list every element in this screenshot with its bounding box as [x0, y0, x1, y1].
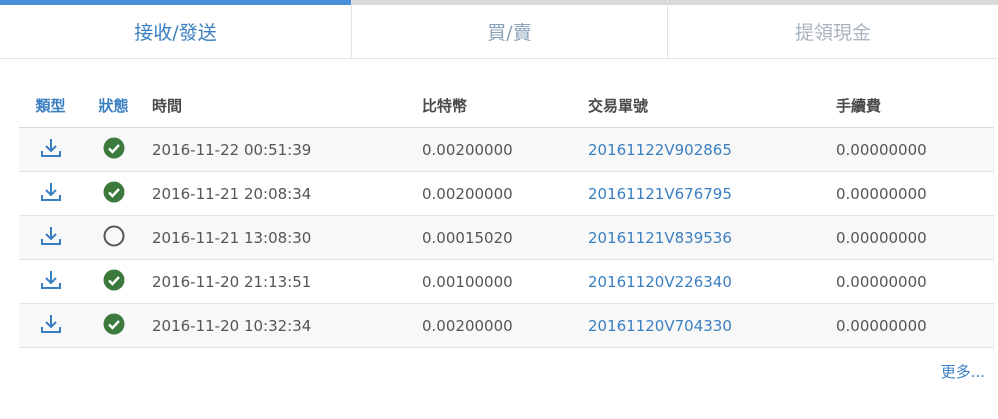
check-circle-icon [103, 313, 125, 339]
download-icon [40, 270, 62, 295]
tab-send-receive[interactable]: 接收/發送 [0, 0, 351, 58]
tab-withdraw-cash[interactable]: 提領現金 [667, 0, 998, 58]
status-cell [82, 171, 145, 216]
time-cell: 2016-11-21 13:08:30 [145, 215, 422, 260]
check-circle-icon [103, 269, 125, 295]
status-cell [82, 303, 145, 348]
column-header-btc: 比特幣 [422, 84, 588, 128]
pending-circle-icon [103, 225, 125, 251]
tab-bar: 接收/發送 買/賣 提領現金 [0, 0, 998, 59]
time-cell: 2016-11-22 00:51:39 [145, 127, 422, 172]
column-header-status[interactable]: 狀態 [82, 84, 145, 128]
column-header-tx-id: 交易單號 [588, 84, 836, 128]
type-cell [19, 171, 82, 216]
table-row: 2016-11-20 21:13:51 0.00100000 20161120V22… [19, 259, 994, 304]
status-cell [82, 215, 145, 260]
column-header-fee: 手續費 [836, 84, 994, 128]
btc-cell: 0.00200000 [422, 171, 588, 216]
more-link[interactable]: 更多... [941, 361, 985, 382]
fee-cell: 0.00000000 [836, 303, 994, 348]
fee-cell: 0.00000000 [836, 127, 994, 172]
column-header-type[interactable]: 類型 [19, 84, 82, 128]
tab-indicator [352, 0, 667, 5]
tx-id-link[interactable]: 20161121V676795 [588, 171, 836, 216]
tx-id-link[interactable]: 20161121V839536 [588, 215, 836, 260]
download-icon [40, 182, 62, 207]
tx-id-link[interactable]: 20161120V704330 [588, 303, 836, 348]
download-icon [40, 138, 62, 163]
download-icon [40, 314, 62, 339]
tab-label: 提領現金 [794, 22, 871, 44]
fee-cell: 0.00000000 [836, 171, 994, 216]
tab-label: 買/賣 [487, 22, 532, 44]
type-cell [19, 127, 82, 172]
btc-cell: 0.00200000 [422, 303, 588, 348]
tx-id-link[interactable]: 20161120V226340 [588, 259, 836, 304]
btc-cell: 0.00015020 [422, 215, 588, 260]
table-row: 2016-11-21 20:08:34 0.00200000 20161121V67… [19, 171, 994, 216]
time-cell: 2016-11-20 21:13:51 [145, 259, 422, 304]
table-row: 2016-11-21 13:08:30 0.00015020 20161121V83… [19, 215, 994, 260]
status-cell [82, 259, 145, 304]
fee-cell: 0.00000000 [836, 215, 994, 260]
tab-active-indicator [0, 0, 351, 5]
transactions-table: 類型 狀態 時間 比特幣 交易單號 手續費 2016-11-22 00:51:3… [19, 84, 994, 348]
tab-indicator [668, 0, 998, 5]
tab-label: 接收/發送 [134, 22, 217, 44]
column-header-time: 時間 [145, 84, 422, 128]
table-row: 2016-11-22 00:51:39 0.00200000 20161122V90… [19, 127, 994, 172]
status-cell [82, 127, 145, 172]
table-header-row: 類型 狀態 時間 比特幣 交易單號 手續費 [19, 84, 994, 128]
type-cell [19, 215, 82, 260]
tx-id-link[interactable]: 20161122V902865 [588, 127, 836, 172]
type-cell [19, 259, 82, 304]
table-row: 2016-11-20 10:32:34 0.00200000 20161120V70… [19, 303, 994, 348]
btc-cell: 0.00200000 [422, 127, 588, 172]
check-circle-icon [103, 181, 125, 207]
time-cell: 2016-11-21 20:08:34 [145, 171, 422, 216]
download-icon [40, 226, 62, 251]
tab-buy-sell[interactable]: 買/賣 [351, 0, 667, 58]
check-circle-icon [103, 137, 125, 163]
btc-cell: 0.00100000 [422, 259, 588, 304]
time-cell: 2016-11-20 10:32:34 [145, 303, 422, 348]
fee-cell: 0.00000000 [836, 259, 994, 304]
type-cell [19, 303, 82, 348]
